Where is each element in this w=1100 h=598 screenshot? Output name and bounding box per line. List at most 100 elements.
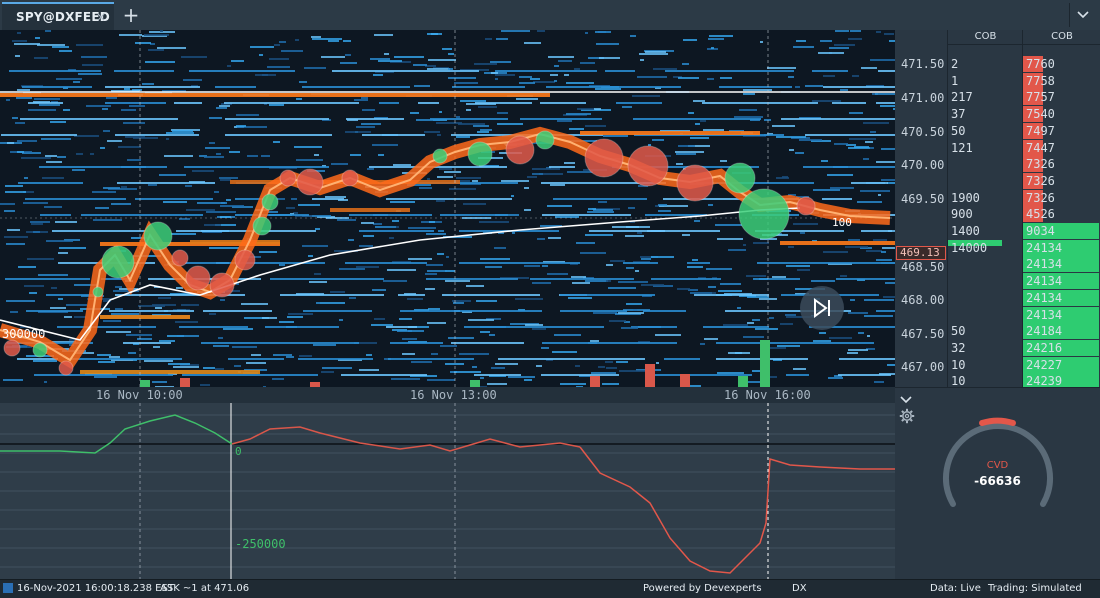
status-powered: Powered by Devexperts (643, 583, 762, 594)
cob-value: 24134 (1026, 257, 1063, 272)
time-label: 16 Nov 16:00 (724, 388, 811, 402)
gauge-title: CVD (986, 460, 1009, 471)
price-label: 471.00 (901, 91, 945, 105)
cob-right-header: COB (1023, 30, 1100, 45)
tab-spy-dxfeed[interactable]: SPY@DXFEED × (2, 2, 114, 30)
cob-row: 10 (948, 373, 1023, 387)
cob-value: 7326 (1026, 173, 1055, 188)
cob-row: 900 (948, 206, 1023, 222)
cob-row: 7540 (1023, 106, 1100, 123)
cob-value: 1900 (951, 190, 980, 205)
cob-row: 2 (948, 56, 1023, 72)
cob-value: 7758 (1026, 73, 1055, 88)
cob-row: 24227 (1023, 356, 1100, 373)
cvd-gauge-panel: CVD -66636 (895, 387, 1100, 580)
app-logo-icon (3, 583, 13, 593)
time-label: 16 Nov 13:00 (410, 388, 497, 402)
cvd-line-chart[interactable] (0, 403, 895, 579)
price-label: 469.50 (901, 192, 945, 206)
cob-row: 7326 (1023, 189, 1100, 206)
current-price-label: 469.13 (896, 246, 946, 260)
price-label: 468.00 (901, 293, 945, 307)
gauge-value: -66636 (974, 474, 1021, 488)
cob-value: 37 (951, 107, 966, 122)
cob-row (948, 290, 1023, 306)
cob-row: 1900 (948, 190, 1023, 206)
cob-value: 10 (951, 357, 966, 372)
cob-row (948, 256, 1023, 272)
cob-left-header: COB (948, 30, 1023, 45)
cob-row: 1 (948, 73, 1023, 89)
order-size-label: 300000 (2, 327, 46, 341)
cob-value: 24134 (1026, 240, 1063, 255)
cob-row: 50 (948, 323, 1023, 339)
status-datetime: 16-Nov-2021 16:00:18.238 EST (17, 583, 174, 594)
cob-value: 121 (951, 140, 973, 155)
chevron-down-icon[interactable] (1069, 3, 1096, 27)
price-label: 470.00 (901, 158, 945, 172)
cob-value: 24184 (1026, 324, 1063, 339)
price-axis[interactable]: 471.50 471.00 470.50 470.00 469.50 469.1… (895, 30, 947, 387)
cob-row: 4526 (1023, 206, 1100, 223)
add-tab-button[interactable]: + (118, 3, 144, 27)
cob-row: 7326 (1023, 172, 1100, 189)
cob-value: 1 (951, 73, 959, 88)
cob-row: 24184 (1023, 323, 1100, 340)
heatmap-canvas[interactable] (0, 30, 895, 387)
cob-row: 14000 (948, 240, 1023, 256)
cob-row: 121 (948, 140, 1023, 156)
status-trading: Trading: Simulated (988, 583, 1082, 594)
cob-row: 32 (948, 340, 1023, 356)
cob-row: 24134 (1023, 289, 1100, 306)
status-ask: ASK ~1 at 471.06 (160, 583, 250, 594)
cob-value: 24227 (1026, 357, 1063, 372)
cob-value: 10 (951, 374, 966, 387)
status-data: Data: Live (930, 583, 981, 594)
cob-value: 7540 (1026, 107, 1055, 122)
cob-value: 7447 (1026, 140, 1055, 155)
cob-value: 7326 (1026, 157, 1055, 172)
cob-row: 24134 (1023, 256, 1100, 273)
cob-row: 7447 (1023, 139, 1100, 156)
price-label: 467.00 (901, 360, 945, 374)
cvd-panel[interactable]: 0 -250000 (0, 403, 895, 579)
time-axis[interactable]: 16 Nov 10:00 16 Nov 13:00 16 Nov 16:00 (0, 387, 895, 403)
cob-value: 24134 (1026, 290, 1063, 305)
cob-value: 7757 (1026, 90, 1055, 105)
cob-row: 7497 (1023, 122, 1100, 139)
cob-row: 24134 (1023, 306, 1100, 323)
cob-value: 7326 (1026, 190, 1055, 205)
price-label: 468.50 (901, 260, 945, 274)
cob-value: 7497 (1026, 123, 1055, 138)
cob-value: 7760 (1026, 57, 1055, 71)
cob-row (948, 173, 1023, 189)
cob-row: 24134 (1023, 239, 1100, 256)
cob-value: 50 (951, 123, 966, 138)
price-label: 467.50 (901, 327, 945, 341)
cvd-level-label: -250000 (235, 537, 286, 551)
price-label: 471.50 (901, 57, 945, 71)
cob-value: 24216 (1026, 340, 1063, 355)
status-bar: 16-Nov-2021 16:00:18.238 EST ASK ~1 at 4… (0, 579, 1100, 598)
time-label: 16 Nov 10:00 (96, 388, 183, 402)
status-dx: DX (792, 583, 807, 594)
cob-row: 37 (948, 106, 1023, 122)
cob-value: 24239 (1026, 374, 1063, 387)
cob-row: 7326 (1023, 156, 1100, 173)
skip-to-end-button[interactable] (800, 286, 844, 330)
close-icon[interactable]: × (96, 10, 106, 24)
cob-value: 900 (951, 207, 973, 222)
cob-row: 217 (948, 89, 1023, 105)
cob-value: 4526 (1026, 207, 1055, 222)
cob-value: 50 (951, 324, 966, 339)
skip-end-icon (814, 298, 830, 318)
cob-value: 14000 (951, 240, 988, 255)
cob-value: 2 (951, 57, 959, 71)
cob-row: 24134 (1023, 273, 1100, 290)
cob-left-column: COB 2 1 217 37 50 121 1900 900 1400 14000 50 32 10 10 (947, 30, 1023, 387)
cob-value: 1400 (951, 224, 980, 238)
heatmap-chart[interactable]: 300000 100 (0, 30, 895, 387)
price-label: 470.50 (901, 125, 945, 139)
cob-row: 24216 (1023, 339, 1100, 356)
tab-bar: SPY@DXFEED × + (0, 0, 1100, 31)
